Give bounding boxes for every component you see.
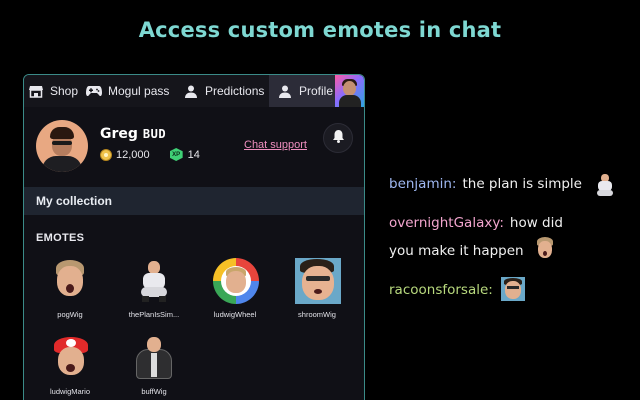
coin-icon: [100, 148, 112, 161]
coin-balance: 12,000: [116, 148, 150, 161]
emote-ludwigwheel[interactable]: ludwigWheel: [193, 258, 277, 328]
emote-label: shroomWig: [298, 310, 336, 319]
tab-predictions[interactable]: Predictions: [175, 75, 269, 107]
emote-theplanissim[interactable]: thePlanIsSim...: [112, 258, 196, 328]
pogwig-emote-icon: [534, 237, 556, 261]
profile-panel: Shop Mogul pass Predictions Profile Greg…: [23, 74, 365, 400]
bell-icon: [332, 129, 345, 148]
user-avatar-thumbnail[interactable]: [335, 75, 364, 107]
xp-icon: XP: [169, 148, 183, 161]
person-icon: [183, 83, 199, 99]
tab-profile[interactable]: Profile: [269, 75, 335, 107]
emotes-section-title: EMOTES: [36, 232, 85, 244]
notifications-button[interactable]: [323, 123, 353, 153]
chat-username: benjamin:: [389, 176, 457, 192]
chat-username: overnightGalaxy:: [389, 215, 504, 231]
person-icon: [277, 83, 293, 99]
tab-label: Shop: [50, 84, 79, 98]
chat-text: how did: [509, 215, 563, 231]
emote-label: ludwigWheel: [213, 310, 257, 319]
gamepad-icon: [86, 83, 102, 99]
my-collection-header: My collection: [24, 187, 364, 215]
theplanissim-emote-image: [132, 258, 176, 304]
tab-shop[interactable]: Shop: [24, 75, 82, 107]
theplanissim-emote-icon: [594, 173, 616, 197]
emote-shroomwig[interactable]: shroomWig: [275, 258, 359, 328]
emote-ludwigmario[interactable]: ludwigMario: [28, 335, 112, 400]
tab-label: Mogul pass: [108, 84, 170, 98]
chat-message: racoonsforsale:: [389, 282, 499, 298]
chat-text: the plan is simple: [462, 176, 582, 192]
buffwig-emote-image: [132, 335, 176, 381]
tab-mogul-pass[interactable]: Mogul pass: [82, 75, 175, 107]
chat-message: benjamin: the plan is simple: [389, 176, 582, 192]
emote-pogwig[interactable]: pogWig: [28, 258, 112, 328]
emote-label: buffWig: [141, 387, 167, 396]
emote-label: ludwigMario: [49, 387, 91, 396]
ludwigmario-emote-image: [48, 335, 92, 381]
chat-message: overnightGalaxy: how did: [389, 215, 563, 231]
chat-support-link[interactable]: Chat support: [244, 139, 307, 151]
emote-label: pogWig: [57, 310, 83, 319]
shroomwig-emote-icon: [501, 277, 525, 301]
emote-buffwig[interactable]: buffWig: [112, 335, 196, 400]
headline: Access custom emotes in chat: [138, 18, 502, 42]
xp-value: 14: [187, 148, 200, 161]
tab-label: Profile: [299, 84, 334, 98]
username: Greg BUD: [100, 126, 166, 142]
emote-label: thePlanIsSim...: [128, 310, 180, 319]
shroomwig-emote-image: [295, 258, 341, 304]
ludwigwheel-emote-image: [213, 258, 259, 304]
tab-bar: Shop Mogul pass Predictions Profile: [24, 75, 364, 107]
chat-username: racoonsforsale:: [389, 282, 493, 298]
user-stats: 12,000 XP 14: [100, 148, 200, 161]
store-icon: [28, 83, 44, 99]
user-tag: BUD: [142, 127, 167, 141]
pogwig-emote-image: [48, 258, 92, 304]
chat-message-continued: you make it happen: [389, 243, 524, 259]
profile-card: Greg BUD 12,000 XP 14 Chat support: [24, 107, 364, 187]
tab-label: Predictions: [205, 84, 265, 98]
chat-text: you make it happen: [389, 243, 524, 259]
avatar: [36, 120, 88, 172]
username-text: Greg: [100, 126, 138, 142]
